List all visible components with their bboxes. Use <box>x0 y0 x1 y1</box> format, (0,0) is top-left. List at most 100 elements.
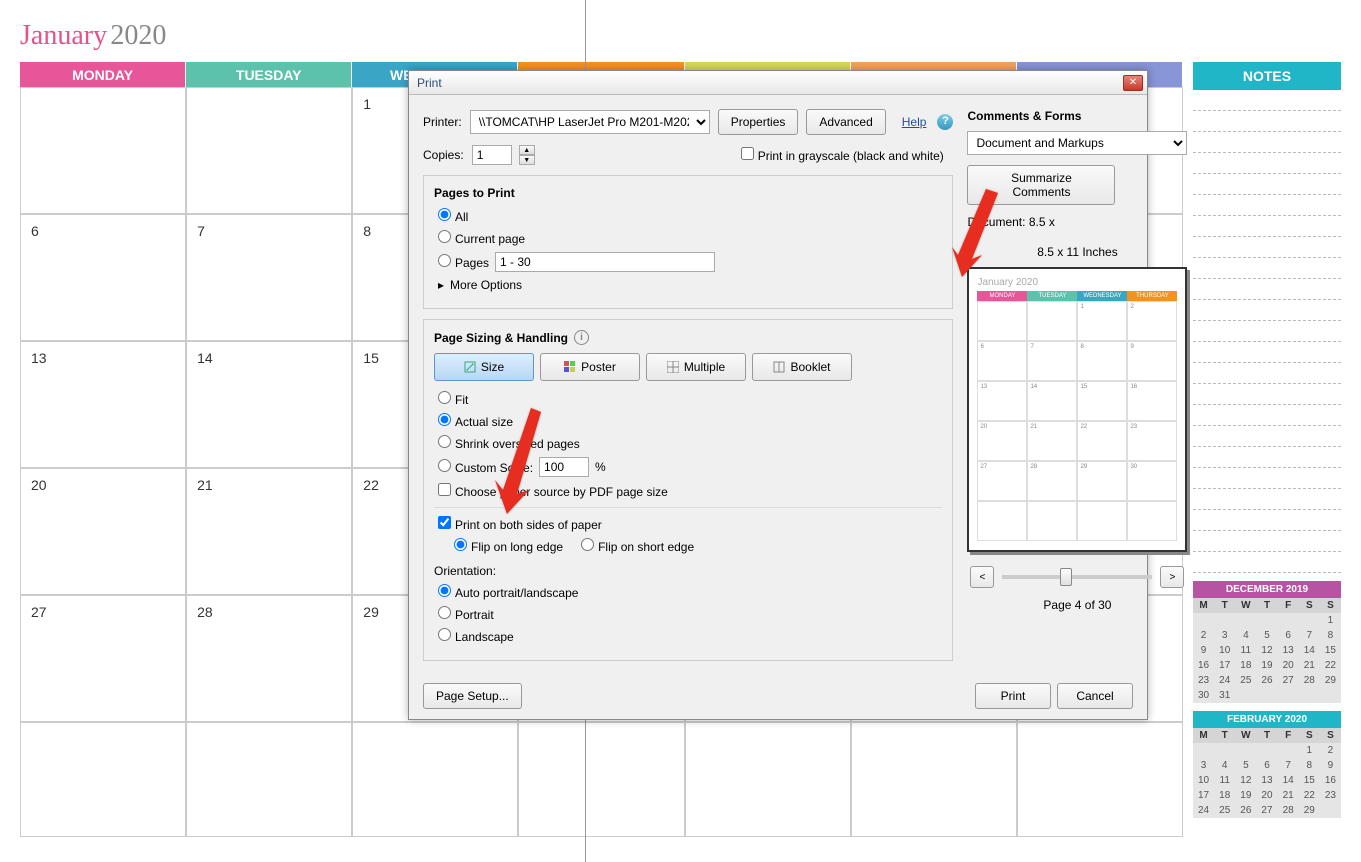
advanced-button[interactable]: Advanced <box>806 109 885 135</box>
print-preview: January 2020 MONDAYTUESDAYWEDNESDAYTHURS… <box>967 267 1187 552</box>
pages-to-print-title: Pages to Print <box>434 186 942 200</box>
note-line <box>1193 468 1341 489</box>
actual-size-radio[interactable]: Actual size <box>438 413 513 429</box>
note-line <box>1193 132 1341 153</box>
calendar-cell <box>685 722 851 837</box>
calendar-cell <box>1017 722 1183 837</box>
close-icon: ✕ <box>1129 77 1137 88</box>
page-title: January 2020 <box>20 20 1341 52</box>
note-line <box>1193 321 1341 342</box>
pages-range-input[interactable] <box>495 252 715 272</box>
orient-landscape-radio[interactable]: Landscape <box>438 628 514 644</box>
page-setup-button[interactable]: Page Setup... <box>423 683 522 709</box>
calendar-cell: 20 <box>20 468 186 595</box>
properties-button[interactable]: Properties <box>718 109 799 135</box>
custom-scale-radio[interactable]: Custom Scale: <box>438 459 533 475</box>
mini-calendar: MTWTFSS123456789101112131415161718192021… <box>1193 728 1341 818</box>
calendar-cell: 21 <box>186 468 352 595</box>
note-line <box>1193 258 1341 279</box>
mini-cal-title: FEBRUARY 2020 <box>1193 711 1341 728</box>
custom-scale-input[interactable] <box>539 457 589 477</box>
mini-cal-title: DECEMBER 2019 <box>1193 581 1341 598</box>
calendar-cell: 7 <box>186 214 352 341</box>
printer-select[interactable]: \\TOMCAT\HP LaserJet Pro M201-M202 PCL <box>470 110 710 134</box>
note-line <box>1193 300 1341 321</box>
document-size-label: Document: 8.5 x <box>967 215 1187 229</box>
mini-calendar: MTWTFSS123456789101112131415161718192021… <box>1193 598 1341 703</box>
day-header: MONDAY <box>20 62 186 87</box>
note-line <box>1193 111 1341 132</box>
note-line <box>1193 153 1341 174</box>
dialog-title: Print <box>413 76 1123 90</box>
preview-slider[interactable] <box>1002 575 1152 579</box>
both-sides-checkbox[interactable]: Print on both sides of paper <box>438 516 602 532</box>
note-line <box>1193 195 1341 216</box>
pages-range-radio[interactable]: Pages <box>438 254 489 270</box>
note-line <box>1193 342 1341 363</box>
print-button[interactable]: Print <box>975 683 1051 709</box>
flip-short-radio[interactable]: Flip on short edge <box>581 538 694 554</box>
page-indicator: Page 4 of 30 <box>967 598 1187 612</box>
calendar-cell: 27 <box>20 595 186 722</box>
copies-down-button[interactable]: ▼ <box>519 155 535 165</box>
cancel-button[interactable]: Cancel <box>1057 683 1133 709</box>
tab-booklet[interactable]: Booklet <box>752 353 852 381</box>
close-button[interactable]: ✕ <box>1123 75 1143 91</box>
calendar-cell <box>352 722 518 837</box>
flip-long-radio[interactable]: Flip on long edge <box>454 538 563 554</box>
tab-multiple[interactable]: Multiple <box>646 353 746 381</box>
titlebar[interactable]: Print ✕ <box>409 71 1147 95</box>
note-line <box>1193 405 1341 426</box>
note-line <box>1193 279 1341 300</box>
note-line <box>1193 510 1341 531</box>
day-header: TUESDAY <box>186 62 352 87</box>
more-options-toggle[interactable]: ▸ More Options <box>438 278 942 292</box>
sizing-title: Page Sizing & Handling <box>434 331 568 345</box>
preview-size-label: 8.5 x 11 Inches <box>967 245 1187 259</box>
pages-current-radio[interactable]: Current page <box>438 230 525 246</box>
orient-portrait-radio[interactable]: Portrait <box>438 606 494 622</box>
tab-size[interactable]: Size <box>434 353 534 381</box>
grayscale-checkbox[interactable]: Print in grayscale (black and white) <box>741 147 944 163</box>
preview-next-button[interactable]: > <box>1160 566 1184 588</box>
chevron-right-icon: ▸ <box>438 278 444 292</box>
note-line <box>1193 552 1341 573</box>
copies-up-button[interactable]: ▲ <box>519 145 535 155</box>
info-icon[interactable]: i <box>574 330 589 345</box>
comments-select[interactable]: Document and Markups <box>967 131 1187 155</box>
note-line <box>1193 90 1341 111</box>
help-link[interactable]: Help <box>902 115 927 129</box>
note-line <box>1193 426 1341 447</box>
calendar-cell <box>20 87 186 214</box>
note-line <box>1193 216 1341 237</box>
paper-source-checkbox[interactable]: Choose paper source by PDF page size <box>438 483 668 499</box>
calendar-cell <box>186 722 352 837</box>
shrink-radio[interactable]: Shrink oversized pages <box>438 435 580 451</box>
pages-all-radio[interactable]: All <box>438 208 468 224</box>
print-dialog: Print ✕ Printer: \\TOMCAT\HP LaserJet Pr… <box>408 70 1148 720</box>
note-line <box>1193 384 1341 405</box>
calendar-cell <box>186 87 352 214</box>
note-line <box>1193 363 1341 384</box>
comments-title: Comments & Forms <box>967 109 1187 123</box>
copies-input[interactable] <box>472 145 512 165</box>
printer-label: Printer: <box>423 115 462 129</box>
copies-label: Copies: <box>423 148 464 162</box>
notes-area <box>1193 90 1341 573</box>
note-line <box>1193 531 1341 552</box>
calendar-cell: 28 <box>186 595 352 722</box>
summarize-comments-button[interactable]: Summarize Comments <box>967 165 1115 205</box>
calendar-cell: 13 <box>20 341 186 468</box>
calendar-cell <box>518 722 684 837</box>
tab-poster[interactable]: Poster <box>540 353 640 381</box>
note-line <box>1193 489 1341 510</box>
orient-auto-radio[interactable]: Auto portrait/landscape <box>438 584 578 600</box>
note-line <box>1193 174 1341 195</box>
note-line <box>1193 447 1341 468</box>
calendar-cell <box>851 722 1017 837</box>
note-line <box>1193 237 1341 258</box>
help-icon[interactable]: ? <box>937 114 953 130</box>
fit-radio[interactable]: Fit <box>438 391 468 407</box>
notes-header: NOTES <box>1193 62 1341 90</box>
preview-prev-button[interactable]: < <box>970 566 994 588</box>
